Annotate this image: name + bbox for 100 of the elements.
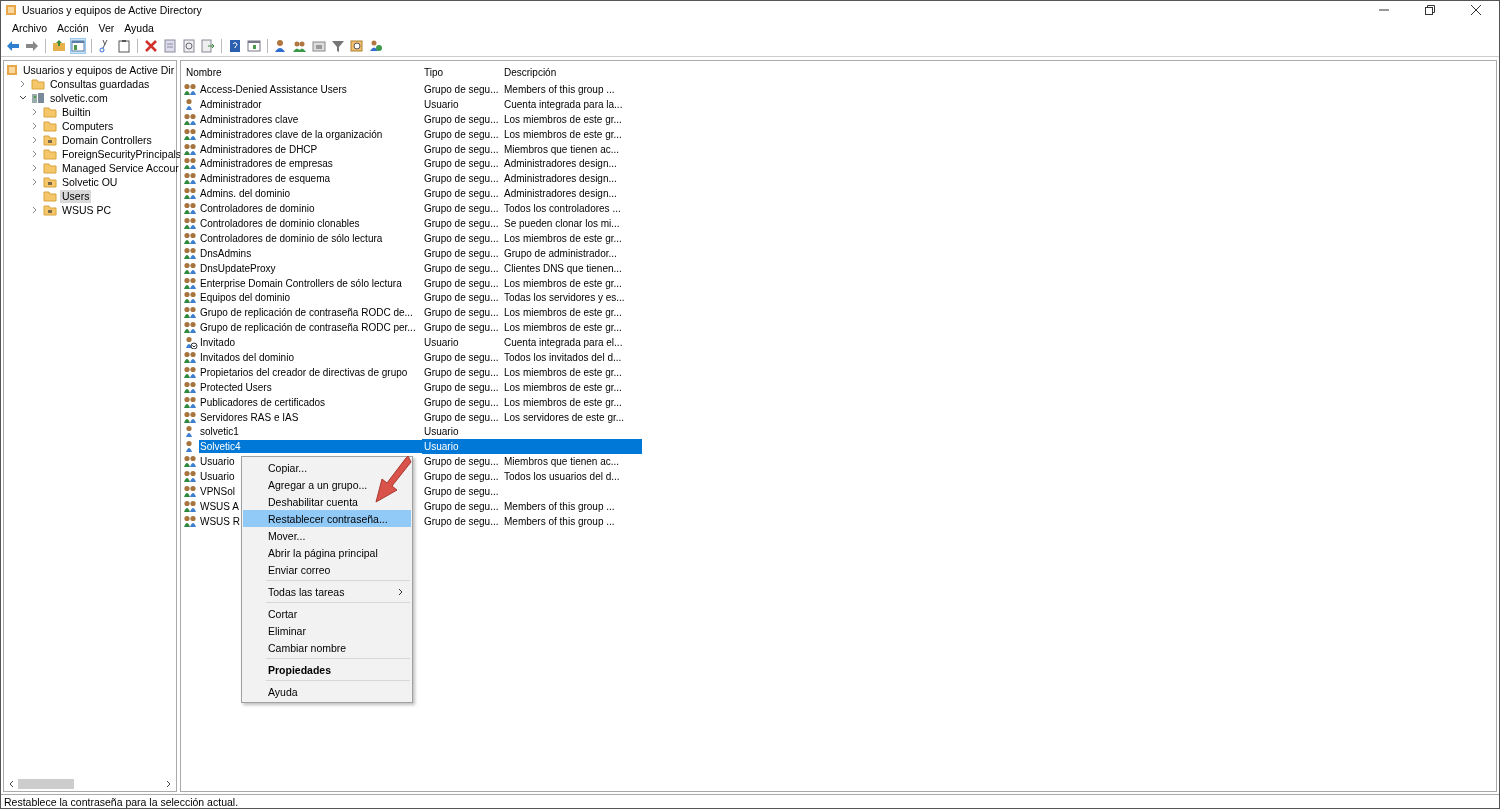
tree-item[interactable]: Domain Controllers bbox=[60, 133, 154, 147]
table-cell-text: Miembros que tienen ac... bbox=[503, 142, 621, 156]
table-cell[interactable]: Propietarios del creador de directivas de grupo bbox=[199, 365, 409, 379]
add-to-group-button[interactable] bbox=[368, 38, 384, 54]
table-cell-text: Grupo de segu... bbox=[423, 172, 500, 186]
table-cell-text: Los miembros de este gr... bbox=[503, 321, 623, 335]
restore-icon[interactable] bbox=[1425, 5, 1435, 15]
table-cell-text: Grupo de segu... bbox=[423, 246, 500, 260]
scrollbar-thumb[interactable] bbox=[18, 779, 74, 789]
folder-icon bbox=[43, 106, 57, 118]
table-cell[interactable]: DnsAdmins bbox=[199, 246, 253, 260]
console-button[interactable] bbox=[246, 38, 262, 54]
table-cell[interactable]: Controladores de dominio clonables bbox=[199, 216, 361, 230]
table-cell-text: Se pueden clonar los mi... bbox=[503, 216, 621, 230]
menu-item[interactable]: Ayuda bbox=[268, 683, 300, 700]
table-cell[interactable]: Administrador bbox=[199, 97, 263, 111]
clipboard-button[interactable] bbox=[116, 38, 132, 54]
table-cell[interactable]: Equipos del dominio bbox=[199, 291, 292, 305]
menu-item[interactable]: Mover... bbox=[268, 527, 308, 544]
table-cell[interactable]: Servidores RAS e IAS bbox=[199, 410, 300, 424]
table-cell[interactable]: DnsUpdateProxy bbox=[199, 261, 277, 275]
tree-item[interactable]: Users bbox=[60, 189, 92, 203]
menu-item[interactable]: Agregar a un grupo... bbox=[268, 476, 370, 493]
table-cell[interactable]: Administradores clave bbox=[199, 112, 300, 126]
table-cell-text: Grupo de segu... bbox=[423, 202, 500, 216]
table-cell[interactable]: Administradores de DHCP bbox=[199, 142, 319, 156]
tree-item[interactable]: Builtin bbox=[60, 105, 93, 119]
menu-item[interactable]: Cambiar nombre bbox=[268, 639, 349, 656]
table-cell[interactable]: Grupo de replicación de contraseña RODC de... bbox=[199, 306, 414, 320]
menu-item[interactable]: Deshabilitar cuenta bbox=[268, 493, 360, 510]
filter-button[interactable] bbox=[330, 38, 346, 54]
menu-item[interactable]: Ver bbox=[93, 21, 120, 34]
table-cell-text: Grupo de segu... bbox=[423, 380, 500, 394]
column-header[interactable]: Tipo bbox=[422, 67, 502, 78]
tree-item[interactable]: Solvetic OU bbox=[60, 175, 120, 189]
tree-item[interactable]: solvetic.com bbox=[48, 91, 110, 105]
table-cell[interactable]: Admins. del dominio bbox=[199, 187, 292, 201]
menu-item[interactable]: Archivo bbox=[7, 21, 52, 34]
table-cell-text: Todos los controladores ... bbox=[503, 202, 622, 216]
table-cell[interactable]: Controladores de dominio bbox=[199, 202, 316, 216]
table-cell-text: Clientes DNS que tienen... bbox=[503, 261, 623, 275]
help-button[interactable] bbox=[227, 38, 243, 54]
menu-item[interactable]: Propiedades bbox=[268, 661, 334, 678]
tree-item[interactable]: ForeignSecurityPrincipals bbox=[60, 147, 184, 161]
column-header[interactable]: Nombre bbox=[184, 67, 422, 78]
tree-item[interactable]: Computers bbox=[60, 119, 116, 133]
table-cell[interactable]: VPNSol bbox=[199, 485, 236, 498]
table-cell[interactable]: WSUS R bbox=[199, 514, 241, 528]
folder-icon bbox=[43, 190, 57, 202]
table-cell-text: Los servidores de este gr... bbox=[503, 410, 626, 424]
folder-up-button[interactable] bbox=[51, 38, 67, 54]
table-cell-text: Usuario bbox=[423, 336, 460, 350]
menu-item[interactable]: Enviar correo bbox=[268, 561, 333, 578]
table-cell[interactable]: Grupo de replicación de contraseña RODC per... bbox=[199, 321, 417, 335]
table-cell-text: Grupo de segu... bbox=[423, 216, 500, 230]
folder-icon bbox=[31, 78, 45, 90]
tree-item[interactable]: WSUS PC bbox=[60, 203, 113, 217]
pane-button[interactable] bbox=[70, 38, 86, 54]
table-cell[interactable]: Publicadores de certificados bbox=[199, 395, 327, 409]
table-cell[interactable]: Solvetic4 bbox=[199, 440, 422, 454]
table-cell-text: Grupo de segu... bbox=[423, 261, 500, 275]
table-cell[interactable]: Access-Denied Assistance Users bbox=[199, 82, 348, 96]
column-header[interactable]: Descripción bbox=[502, 67, 642, 78]
delete-button[interactable] bbox=[143, 38, 159, 54]
table-cell: Usuario bbox=[422, 439, 502, 455]
menu-item[interactable]: Cortar bbox=[268, 605, 300, 622]
menu-item[interactable]: Copiar... bbox=[268, 459, 310, 476]
menu-item[interactable]: Restablecer contraseña... bbox=[243, 510, 411, 527]
menu-item[interactable]: Eliminar bbox=[268, 622, 308, 639]
table-cell[interactable]: Administradores de esquema bbox=[199, 172, 332, 186]
table-cell-text: Cuenta integrada para el... bbox=[503, 336, 624, 350]
menu-item[interactable]: Acción bbox=[52, 21, 94, 34]
find-button[interactable] bbox=[349, 38, 365, 54]
table-cell-text: Members of this group ... bbox=[503, 499, 616, 513]
menu-item[interactable]: Ayuda bbox=[119, 21, 159, 34]
table-cell[interactable]: Administradores clave de la organización bbox=[199, 127, 384, 141]
table-cell-text: Los miembros de este gr... bbox=[503, 127, 623, 141]
table-cell[interactable]: Usuario bbox=[199, 470, 236, 484]
scroll-right-icon[interactable] bbox=[166, 780, 172, 788]
forward-arrow-button[interactable] bbox=[24, 38, 40, 54]
scroll-left-icon[interactable] bbox=[8, 780, 14, 788]
table-cell-text: Grupo de segu... bbox=[423, 395, 500, 409]
table-cell-text: Grupo de segu... bbox=[423, 187, 500, 201]
table-cell[interactable]: solvetic1 bbox=[199, 425, 240, 439]
table-cell[interactable]: Administradores de empresas bbox=[199, 157, 334, 171]
table-cell-text: Members of this group ... bbox=[503, 82, 616, 96]
menu-item[interactable]: Todas las tareas bbox=[268, 583, 412, 600]
tree-item[interactable]: Consultas guardadas bbox=[48, 77, 152, 91]
table-cell[interactable]: WSUS A bbox=[199, 499, 240, 513]
tree-item[interactable]: Usuarios y equipos de Active Dir bbox=[21, 63, 177, 77]
table-cell[interactable]: Protected Users bbox=[199, 380, 273, 394]
table-cell[interactable]: Invitados del dominio bbox=[199, 350, 295, 364]
table-cell[interactable]: Controladores de dominio de sólo lectura bbox=[199, 231, 384, 245]
tree-item[interactable]: Managed Service Accour bbox=[60, 161, 181, 175]
table-cell-text: Cuenta integrada para la... bbox=[503, 97, 624, 111]
menu-item[interactable]: Abrir la página principal bbox=[268, 544, 380, 561]
table-cell[interactable]: Usuario bbox=[199, 455, 236, 469]
close-icon[interactable] bbox=[1471, 5, 1481, 15]
export-button[interactable] bbox=[200, 38, 216, 54]
table-cell[interactable]: Enterprise Domain Controllers de sólo lectura bbox=[199, 276, 403, 290]
